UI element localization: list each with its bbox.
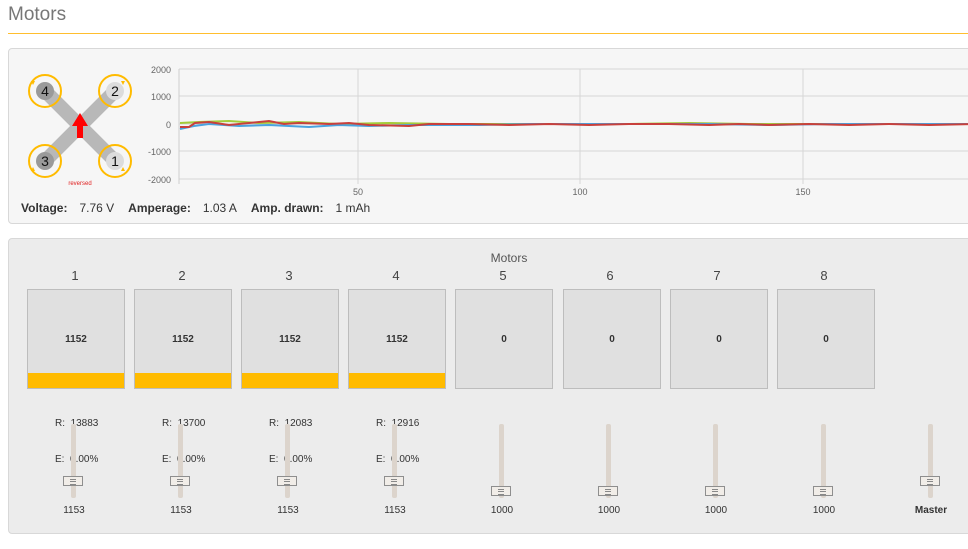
motor-6-slider-value: 1000 [597,505,621,516]
motor-1-value: 1152 [65,334,87,345]
motor-5-slider-thumb[interactable] [491,486,511,496]
motor-3-slider-thumb[interactable] [277,476,297,486]
motor-6-meter: 0 [563,289,661,389]
motor-4-slider-thumb[interactable] [384,476,404,486]
amp-drawn-label: Amp. drawn: [250,201,324,215]
motors-title: Motors [490,251,528,265]
y-tick: 0 [166,120,171,130]
amp-drawn-value: 1 mAh [335,201,371,215]
amperage-label: Amperage: [128,201,191,215]
sensor-panel: 4 2 3 1 reversed 2000 1000 0 -1000 -2000… [8,48,968,224]
voltage-value: 7.76 V [79,201,115,215]
page-header: Motors [8,0,968,34]
motor-3-meter: 1152 [241,289,339,389]
motor-3-slider-value: 1153 [277,505,299,516]
motor-6-value: 0 [609,334,615,345]
motor-6-slider-thumb[interactable] [598,486,618,496]
motor-2-slider[interactable] [170,424,190,498]
motor-3-slider[interactable] [277,424,297,498]
motor-3-bar [242,373,338,388]
motor-1-bar [28,373,124,388]
motor-8-slider-value: 1000 [812,505,836,516]
motor-5-slider-value: 1000 [490,505,514,516]
motor-5-slider[interactable] [491,424,511,498]
motor-7-number: 7 [713,268,721,283]
x-tick: 50 [353,187,363,197]
y-tick: -2000 [148,175,171,185]
motor-2-slider-value: 1153 [170,505,192,516]
motor-8-slider[interactable] [813,424,833,498]
y-tick: 1000 [151,92,171,102]
master-slider[interactable] [920,424,940,498]
motor-2-meter: 1152 [134,289,232,389]
motor-8-number: 8 [820,268,828,283]
motor-3-number: 3 [285,268,293,283]
motor-5-value: 0 [501,334,507,345]
motor-7-slider-thumb[interactable] [705,486,725,496]
motor-7-meter: 0 [670,289,768,389]
motor-6-slider[interactable] [598,424,618,498]
x-tick: 100 [572,187,587,197]
motor-4-slider-value: 1153 [384,505,406,516]
motor-6-number: 6 [606,268,614,283]
amperage-value: 1.03 A [202,201,237,215]
motor-4-bar [349,373,445,388]
motor-1-meter: 1152 [27,289,125,389]
motor-2-value: 1152 [172,334,194,345]
master-label: Master [914,505,948,516]
motors-panel: Motors 1 1152 R: 13883 E: 0.00% 1153 2 1… [8,238,968,534]
motor-8-value: 0 [823,334,829,345]
motor-4-slider[interactable] [384,424,404,498]
motor-2-bar [135,373,231,388]
motor-8-meter: 0 [777,289,875,389]
voltage-label: Voltage: [21,201,68,215]
motor-1-slider-thumb[interactable] [63,476,83,486]
motor-2-slider-thumb[interactable] [170,476,190,486]
motor-graph: 2000 1000 0 -1000 -2000 50 100 150 [148,65,968,197]
motor-8-slider-thumb[interactable] [813,486,833,496]
motor-3-value: 1152 [279,334,301,345]
y-tick: 2000 [151,65,171,75]
motor-1-number: 1 [71,268,79,283]
motor-1-slider[interactable] [63,424,83,498]
x-tick: 150 [795,187,810,197]
page-title: Motors [8,4,67,25]
motor-7-slider-value: 1000 [704,505,728,516]
y-tick: -1000 [148,147,171,157]
motor-5-number: 5 [499,268,507,283]
motor-4-meter: 1152 [348,289,446,389]
motor-4-number: 4 [392,268,400,283]
motor-2-number: 2 [178,268,186,283]
master-slider-thumb[interactable] [920,476,940,486]
motor-4-value: 1152 [386,334,408,345]
motor-7-value: 0 [716,334,722,345]
motor-1-slider-value: 1153 [63,505,85,516]
motor-5-meter: 0 [455,289,553,389]
power-readout: Voltage: 7.76 V Amperage: 1.03 A Amp. drawn:… [21,201,384,215]
motor-7-slider[interactable] [705,424,725,498]
